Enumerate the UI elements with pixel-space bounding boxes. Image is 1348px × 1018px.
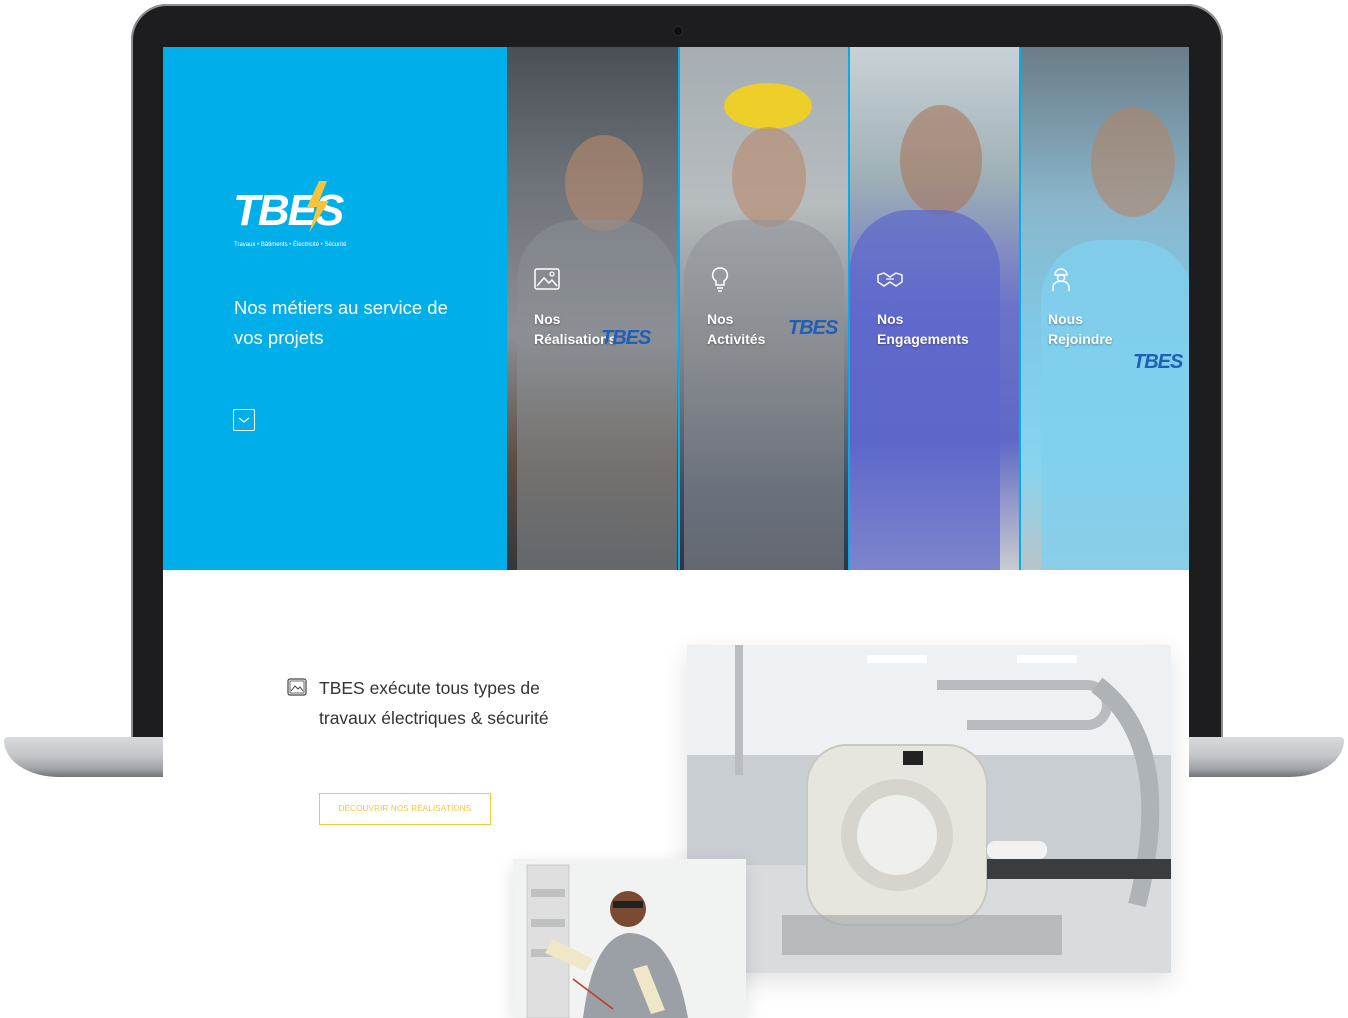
hero-brand-panel: TBES Travaux • Bâtiments • Électricité •…	[163, 47, 508, 570]
image-gallery-icon	[287, 677, 307, 697]
scroll-down-button[interactable]	[233, 409, 255, 431]
worker-icon	[1047, 265, 1075, 293]
panel-label: Nos Engagements	[877, 309, 1007, 349]
website-screen: TBES Travaux • Bâtiments • Électricité •…	[163, 47, 1189, 1018]
panel-nos-realisations[interactable]: Nos Réalisations TBES	[507, 47, 678, 570]
image-gallery-icon	[533, 265, 561, 293]
electrician-photo	[513, 859, 746, 1018]
tbes-logo-icon: TBES	[233, 181, 346, 235]
panel-label-line2: Engagements	[877, 331, 969, 347]
logo-tagline: Travaux • Bâtiments • Électricité • Sécu…	[234, 242, 347, 248]
panel-nos-activites[interactable]: Nos Activités TBES	[678, 47, 848, 570]
woman-figure	[900, 105, 982, 215]
lightbulb-icon	[706, 265, 734, 293]
panel-label: Nous Rejoindre	[1048, 309, 1178, 349]
panel-label-line1: Nos	[534, 311, 561, 327]
panel-label-line1: Nos	[877, 311, 904, 327]
medical-scanner-icon	[687, 645, 1171, 973]
hard-hat-icon	[724, 83, 812, 129]
panel-label-line2: Rejoindre	[1048, 331, 1113, 347]
svg-text:TBES: TBES	[233, 186, 344, 235]
shirt-brand: TBES	[788, 317, 838, 339]
electrician-icon	[513, 859, 746, 1018]
worker-figure	[732, 127, 806, 227]
tbes-logo[interactable]: TBES	[233, 179, 373, 251]
scanner-room-photo	[687, 645, 1171, 973]
panel-nous-rejoindre[interactable]: Nous Rejoindre TBES	[1019, 47, 1189, 570]
worker-figure	[565, 135, 643, 231]
chevron-down-icon	[238, 417, 250, 423]
woman-figure	[850, 210, 1000, 570]
shirt-brand: TBES	[601, 327, 651, 349]
realisations-intro: TBES exécute tous types de travaux élect…	[319, 678, 549, 728]
handshake-icon	[876, 265, 904, 293]
camera-icon	[674, 27, 682, 35]
shirt-brand: TBES	[1133, 351, 1183, 373]
hero-title: Nos métiers au service de vos projets	[234, 297, 448, 348]
worker-figure	[1091, 107, 1175, 217]
panel-nos-engagements[interactable]: Nos Engagements	[848, 47, 1019, 570]
discover-realisations-button[interactable]: DÉCOUVRIR NOS RÉALISATIONS	[319, 793, 491, 825]
panel-label-line1: Nous	[1048, 311, 1083, 327]
